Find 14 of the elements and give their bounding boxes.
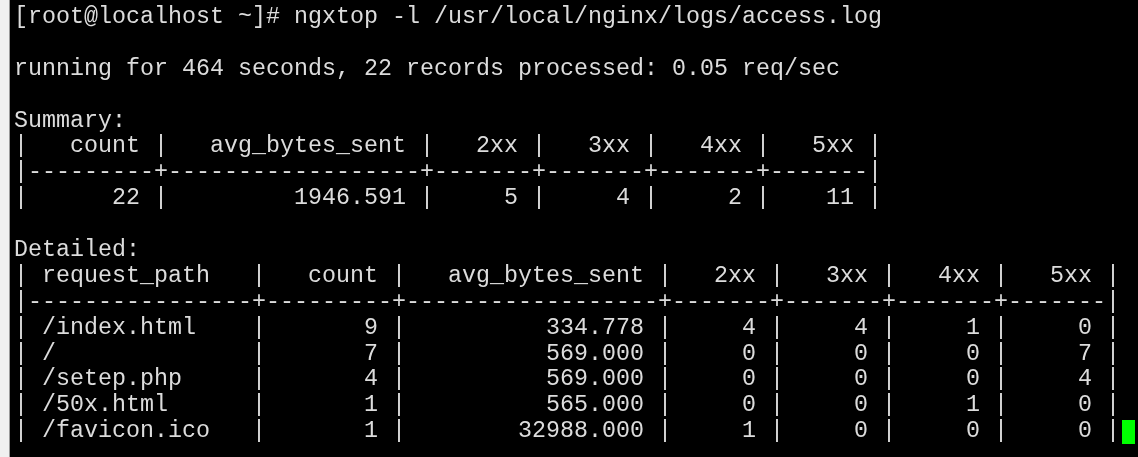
terminal-line: | /favicon.ico | 1 | 32988.000 | 1 | 0 | 0 | 0 |: [14, 419, 1120, 446]
terminal-line: | /index.html | 9 | 334.778 | 4 | 4 | 1 | 0 |: [14, 315, 1120, 342]
terminal-line: |---------+------------------+-------+-------+-------+-------|: [14, 160, 882, 186]
terminal-line: | /50x.html | 1 | 565.000 | 0 | 0 | 1 | 0 |: [14, 393, 1120, 419]
terminal-line: | /setep.php | 4 | 569.000 | 0 | 0 | 0 | 4 |: [14, 367, 1120, 393]
terminal-line: | request_path | count | avg_bytes_sent | 2xx | 3xx | 4xx | 5xx |: [14, 263, 1120, 290]
terminal-line: running for 464 seconds, 22 records processed: 0.05 req/sec: [14, 56, 840, 83]
terminal-line: | 22 | 1946.591 | 5 | 4 | 2 | 11 |: [14, 186, 882, 213]
terminal-line: Summary:: [14, 108, 126, 134]
terminal-line: | count | avg_bytes_sent | 2xx | 3xx | 4xx | 5xx |: [14, 134, 882, 160]
terminal-line: |----------------+---------+------------------+-------+-------+-------+-------|: [14, 289, 1120, 316]
terminal-line: [root@localhost ~]# ngxtop -l /usr/local/nginx/logs/access.log: [14, 5, 882, 31]
terminal-line: | / | 7 | 569.000 | 0 | 0 | 0 | 7 |: [14, 341, 1120, 367]
terminal-line: Detailed:: [14, 238, 140, 264]
